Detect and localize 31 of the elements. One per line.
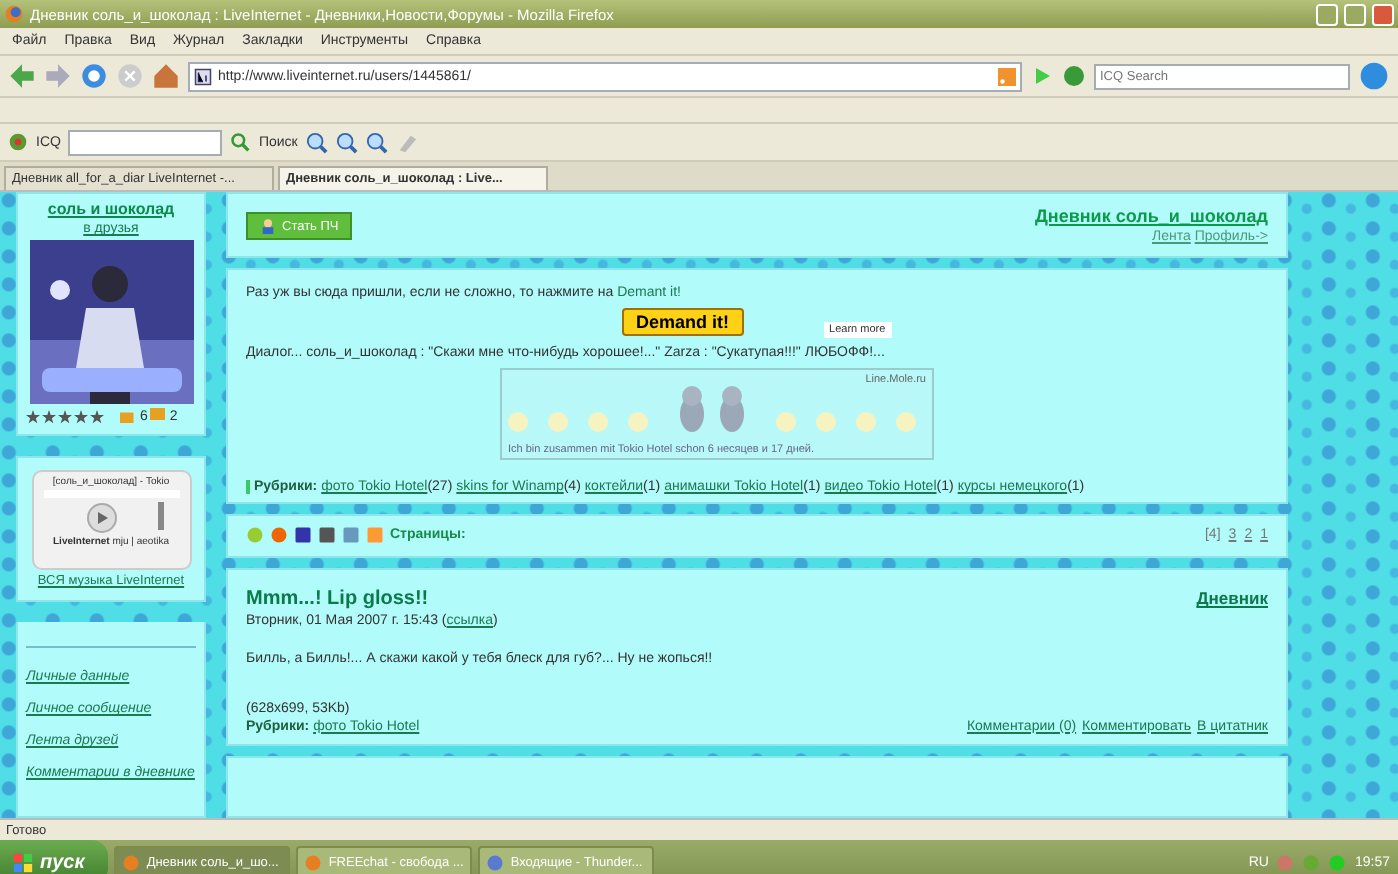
windows-icon: [12, 851, 34, 873]
stop-icon[interactable]: [116, 62, 144, 90]
eraser-icon[interactable]: [395, 131, 418, 153]
go-icon[interactable]: [1030, 64, 1054, 88]
maximize-button[interactable]: [1344, 3, 1366, 25]
diary-title[interactable]: Дневник соль_и_шоколад: [1034, 206, 1268, 226]
zoom-icon[interactable]: [305, 131, 328, 153]
player-controls-drawing[interactable]: [41, 490, 181, 534]
home-icon[interactable]: [152, 62, 180, 90]
back-icon[interactable]: [8, 62, 36, 90]
post-title[interactable]: Mmm...! Lip gloss!!: [246, 587, 429, 610]
search-icon[interactable]: [230, 132, 251, 152]
demand-button[interactable]: Demand it!: [622, 308, 744, 336]
icq-search-field[interactable]: [68, 129, 223, 155]
flower-icon[interactable]: [8, 132, 28, 152]
forward-icon[interactable]: [44, 62, 72, 90]
site-icon: [194, 67, 212, 85]
folder-icon: [120, 408, 138, 426]
comment-icon: [149, 408, 168, 426]
app-icon: [122, 853, 141, 871]
app-icon: [486, 853, 505, 871]
username-link[interactable]: соль и шоколад: [47, 200, 175, 218]
close-button[interactable]: [1372, 3, 1394, 25]
zoom-icon[interactable]: [335, 131, 358, 153]
reload-icon[interactable]: [80, 62, 108, 90]
app-icon: [304, 853, 323, 871]
zoom-icon[interactable]: [365, 131, 388, 153]
start-button[interactable]: пуск: [0, 840, 109, 874]
diary-link[interactable]: Дневник: [1196, 588, 1268, 609]
minimize-button[interactable]: [1316, 3, 1338, 25]
person-icon: [260, 218, 276, 234]
